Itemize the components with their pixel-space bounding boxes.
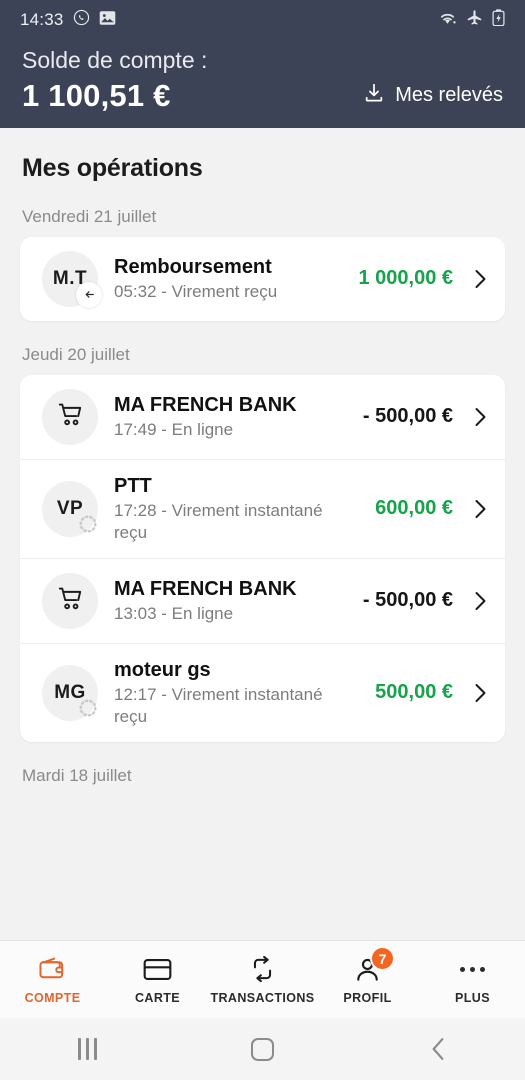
transaction-text: PTT 17:28 - Virement instantané reçu	[114, 474, 359, 544]
wallet-icon	[38, 954, 67, 984]
chevron-right-icon	[469, 407, 491, 427]
chevron-right-icon	[469, 269, 491, 289]
avatar	[42, 388, 98, 445]
statements-button[interactable]: Mes relevés	[363, 82, 503, 114]
balance-row: 1 100,51 € Mes relevés	[22, 78, 503, 114]
recents-icon[interactable]	[0, 1038, 175, 1060]
group-date-label: Jeudi 20 juillet	[22, 344, 130, 364]
transaction-title: Remboursement	[114, 255, 272, 278]
transaction-amount: 500,00 €	[375, 681, 453, 704]
battery-charging-icon	[492, 9, 505, 31]
home-icon[interactable]	[175, 1037, 350, 1061]
avatar: MG	[42, 664, 99, 721]
table-row[interactable]: MA FRENCH BANK 17:49 - En ligne - 500,00…	[20, 375, 505, 459]
status-bar-clock: 14:33	[20, 10, 64, 29]
avatar: VP	[42, 480, 99, 537]
status-bar-right	[438, 9, 505, 31]
more-horizontal-icon	[460, 954, 485, 984]
nav-item-profil[interactable]: 7 PROFIL	[315, 946, 420, 1005]
operations-list: Mes opérations Vendredi 21 juillet M.T R…	[0, 128, 525, 796]
shopping-cart-icon	[57, 401, 84, 433]
transaction-subtitle: 12:17 - Virement instantané reçu	[114, 685, 323, 726]
transaction-group-card: M.T Remboursement 05:32 - Virement reçu …	[20, 236, 505, 321]
nav-item-carte[interactable]: CARTE	[105, 954, 210, 1005]
transaction-amount: 600,00 €	[375, 497, 453, 520]
table-row[interactable]: MA FRENCH BANK 13:03 - En ligne - 500,00…	[20, 557, 505, 643]
dotted-circle-badge-icon	[77, 697, 99, 719]
avatar	[42, 572, 98, 629]
transaction-amount: 1 000,00 €	[358, 267, 453, 290]
chevron-right-icon	[469, 683, 491, 703]
table-row[interactable]: VP PTT 17:28 - Virement instantané reçu …	[20, 458, 505, 558]
transaction-subtitle: 17:28 - Virement instantané reçu	[114, 501, 323, 542]
nav-label-plus: PLUS	[455, 991, 490, 1005]
account-header: 14:33 Solde de compte: 1 100,51 € Mes r…	[0, 0, 525, 128]
airplane-mode-icon	[466, 9, 483, 31]
transaction-group-card: MA FRENCH BANK 17:49 - En ligne - 500,00…	[20, 374, 505, 742]
status-bar: 14:33	[0, 0, 525, 40]
statements-label: Mes relevés	[395, 83, 503, 106]
app-root: 14:33 Solde de compte: 1 100,51 € Mes r…	[0, 0, 525, 1080]
transaction-text: MA FRENCH BANK 17:49 - En ligne	[114, 393, 347, 441]
table-row[interactable]: MG moteur gs 12:17 - Virement instantané…	[20, 642, 505, 742]
balance-amount: 1 100,51 €	[22, 77, 171, 113]
bottom-navigation: COMPTE CARTE TRANSACTIONS 7 PROFIL PLUS	[0, 940, 525, 1018]
arrow-left-badge-icon	[76, 281, 102, 308]
transaction-text: MA FRENCH BANK 13:03 - En ligne	[114, 577, 347, 625]
nav-item-transactions[interactable]: TRANSACTIONS	[210, 954, 315, 1005]
transaction-subtitle: 13:03 - En ligne	[114, 603, 234, 623]
page-title: Mes opérations	[22, 153, 203, 182]
back-icon[interactable]	[350, 1037, 525, 1061]
shopping-cart-icon	[57, 585, 84, 617]
group-date-label: Vendredi 21 juillet	[22, 206, 157, 226]
operations-sheet: Mes opérations Vendredi 21 juillet M.T R…	[0, 127, 525, 940]
balance-label: Solde de compte :	[22, 47, 208, 73]
transaction-amount: - 500,00 €	[362, 589, 453, 612]
chevron-right-icon	[469, 499, 491, 519]
transaction-text: moteur gs 12:17 - Virement instantané re…	[114, 658, 359, 728]
nav-label-carte: CARTE	[134, 991, 181, 1005]
balance-section: Solde de compte : 1 100,51 € Mes relevés	[0, 40, 525, 114]
wifi-icon	[438, 10, 457, 31]
transaction-group: Vendredi 21 juillet M.T Remboursement 05…	[20, 183, 505, 321]
whatsapp-icon	[73, 9, 90, 31]
credit-card-icon	[143, 954, 172, 984]
transaction-group: Jeudi 20 juillet MA FRENCH BANK 17:49 - …	[20, 321, 505, 742]
transaction-amount: - 500,00 €	[362, 405, 453, 428]
transaction-text: Remboursement 05:32 - Virement reçu	[114, 255, 342, 303]
android-navigation-bar	[0, 1018, 525, 1080]
nav-label-profil: PROFIL	[343, 991, 392, 1005]
table-row[interactable]: M.T Remboursement 05:32 - Virement reçu …	[20, 237, 505, 321]
nav-label-compte: COMPTE	[24, 991, 81, 1005]
avatar: M.T	[42, 250, 102, 308]
group-date-label: Mardi 18 juillet	[22, 765, 132, 785]
transaction-title: PTT	[114, 474, 152, 497]
transaction-title: MA FRENCH BANK	[114, 393, 297, 416]
download-icon	[363, 82, 385, 109]
status-badge: 7	[370, 946, 395, 971]
dotted-circle-badge-icon	[77, 513, 99, 535]
status-bar-left: 14:33	[20, 9, 116, 31]
person-icon: 7	[354, 946, 395, 984]
chevron-right-icon	[469, 591, 491, 611]
exchange-arrows-icon	[249, 954, 276, 984]
transaction-title: MA FRENCH BANK	[114, 577, 297, 600]
nav-item-compte[interactable]: COMPTE	[0, 954, 105, 1005]
transaction-subtitle: 05:32 - Virement reçu	[114, 282, 278, 302]
transaction-subtitle: 17:49 - En ligne	[114, 420, 234, 440]
nav-label-transactions: TRANSACTIONS	[210, 991, 315, 1005]
photo-icon	[99, 10, 116, 31]
nav-item-plus[interactable]: PLUS	[420, 954, 525, 1005]
transaction-group: Mardi 18 juillet	[20, 742, 505, 796]
transaction-title: moteur gs	[114, 658, 211, 681]
